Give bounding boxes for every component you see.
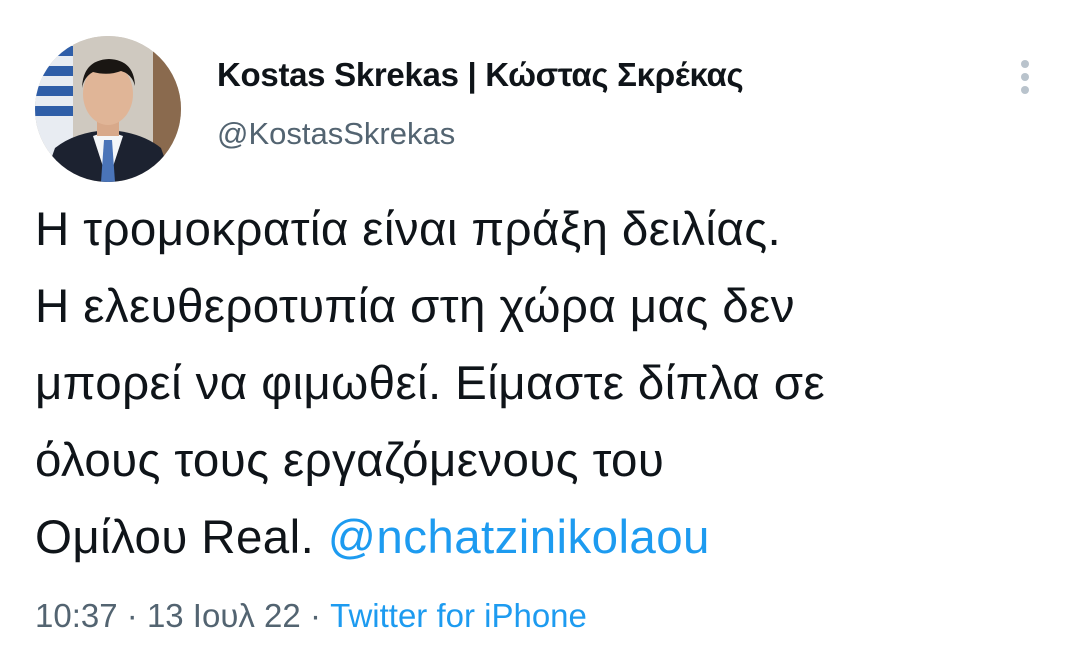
avatar-photo [35,36,181,182]
tweet-text: Η τρομοκρατία είναι πράξη δειλίας. Η ελε… [35,191,1055,576]
tweet-line-last: Ομίλου Real. @nchatzinikolaou [35,499,1055,576]
tweet-date[interactable]: 13 Ιουλ 22 [147,597,301,634]
tweet-line: Η ελευθεροτυπία στη χώρα μας δεν [35,280,795,333]
more-vertical-icon[interactable] [1008,56,1042,96]
author-display-name[interactable]: Kostas Skrekas | Κώστας Σκρέκας [217,56,744,94]
mention-link[interactable]: @nchatzinikolaou [328,511,710,564]
meta-separator: · [126,597,138,634]
tweet-line-text: Ομίλου Real. [35,511,315,564]
more-dot [1021,73,1029,81]
tweet-meta: 10:37 · 13 Ιουλ 22 · Twitter for iPhone [35,597,587,635]
tweet-line: όλους τους εργαζόμενους του [35,434,665,487]
author-handle[interactable]: @KostasSkrekas [217,116,455,152]
more-dot [1021,86,1029,94]
tweet-source-link[interactable]: Twitter for iPhone [330,597,587,634]
tweet-line: μπορεί να φιμωθεί. Είμαστε δίπλα σε [35,357,826,410]
more-dot [1021,60,1029,68]
meta-separator: · [309,597,321,634]
avatar[interactable] [35,36,181,182]
tweet-line: Η τρομοκρατία είναι πράξη δειλίας. [35,203,782,256]
tweet-time[interactable]: 10:37 [35,597,118,634]
